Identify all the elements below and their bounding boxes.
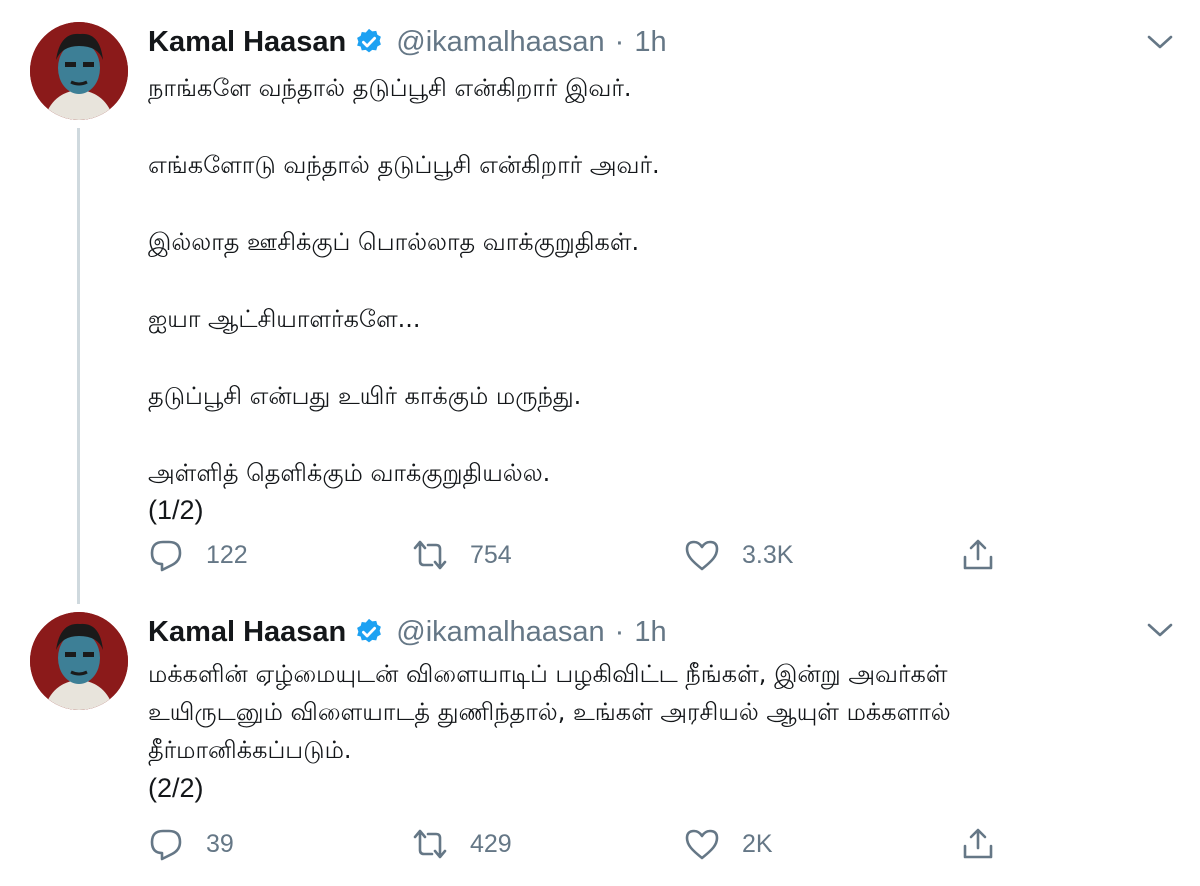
separator-dot: ·	[614, 25, 625, 58]
timestamp[interactable]: 1h	[634, 26, 666, 59]
author-name[interactable]: Kamal Haasan	[148, 26, 346, 59]
tweet-line: அள்ளித் தெளிக்கும் வாக்குறுதியல்ல.	[148, 459, 551, 487]
tweet-line: எங்களோடு வந்தால் தடுப்பூசி என்கிறார் அவர…	[148, 151, 660, 179]
reply-count: 39	[206, 829, 234, 858]
author-handle[interactable]: @ikamalhaasan	[396, 26, 604, 59]
tweet-text: மக்களின் ஏழ்மையுடன் விளையாடிப் பழகிவிட்ட…	[148, 655, 1168, 807]
separator-dot: ·	[614, 615, 625, 648]
author-name[interactable]: Kamal Haasan	[148, 616, 346, 649]
like-icon	[685, 540, 719, 571]
retweet-button[interactable]: 429	[412, 824, 512, 864]
share-icon	[963, 539, 993, 570]
tweet[interactable]: Kamal Haasan @ikamalhaasan · 1h நாங்களே …	[0, 0, 1200, 604]
tweet-text: நாங்களே வந்தால் தடுப்பூசி என்கிறார் இவர்…	[148, 70, 1168, 529]
share-button[interactable]	[960, 824, 996, 864]
retweet-icon	[413, 829, 447, 859]
reply-icon	[150, 540, 182, 572]
tweet-line: தீர்மானிக்கப்படும்.	[148, 736, 352, 764]
avatar[interactable]	[30, 22, 128, 120]
tweet-line: ஐயா ஆட்சியாளர்களே...	[148, 305, 421, 333]
share-icon	[963, 828, 993, 859]
like-button[interactable]: 3.3K	[684, 535, 793, 575]
tweet[interactable]: Kamal Haasan @ikamalhaasan · 1h மக்களின்…	[0, 600, 1200, 886]
verified-badge-icon	[354, 617, 384, 647]
tweet-actions: 122 754 3.3K	[148, 535, 1008, 575]
tweet-line: உயிருடனும் விளையாடத் துணிந்தால், உங்கள் …	[148, 698, 951, 726]
thread-connector	[77, 128, 80, 604]
thread-part-label: (2/2)	[148, 773, 204, 803]
tweet-header: Kamal Haasan @ikamalhaasan · 1h	[148, 614, 667, 650]
like-count: 2K	[742, 829, 773, 858]
tweet-actions: 39 429 2K	[148, 824, 1008, 864]
tweet-header: Kamal Haasan @ikamalhaasan · 1h	[148, 24, 667, 60]
reply-icon	[150, 829, 182, 861]
avatar[interactable]	[30, 612, 128, 710]
timestamp[interactable]: 1h	[634, 616, 666, 649]
tweet-line: மக்களின் ஏழ்மையுடன் விளையாடிப் பழகிவிட்ட…	[148, 660, 948, 688]
author-handle[interactable]: @ikamalhaasan	[396, 616, 604, 649]
reply-count: 122	[206, 540, 248, 569]
share-button[interactable]	[960, 535, 996, 575]
retweet-count: 429	[470, 829, 512, 858]
like-button[interactable]: 2K	[684, 824, 773, 864]
thread-part-label: (1/2)	[148, 495, 204, 525]
like-count: 3.3K	[742, 540, 794, 569]
retweet-count: 754	[470, 540, 512, 569]
chevron-down-icon[interactable]	[1146, 32, 1174, 52]
retweet-button[interactable]: 754	[412, 535, 512, 575]
like-icon	[685, 829, 719, 860]
verified-badge-icon	[354, 27, 384, 57]
tweet-line: இல்லாத ஊசிக்குப் பொல்லாத வாக்குறுதிகள்.	[148, 228, 640, 256]
tweet-line: தடுப்பூசி என்பது உயிர் காக்கும் மருந்து.	[148, 382, 582, 410]
tweet-line: நாங்களே வந்தால் தடுப்பூசி என்கிறார் இவர்…	[148, 74, 632, 102]
reply-button[interactable]: 122	[148, 535, 248, 575]
retweet-icon	[413, 540, 447, 570]
chevron-down-icon[interactable]	[1146, 620, 1174, 640]
reply-button[interactable]: 39	[148, 824, 234, 864]
